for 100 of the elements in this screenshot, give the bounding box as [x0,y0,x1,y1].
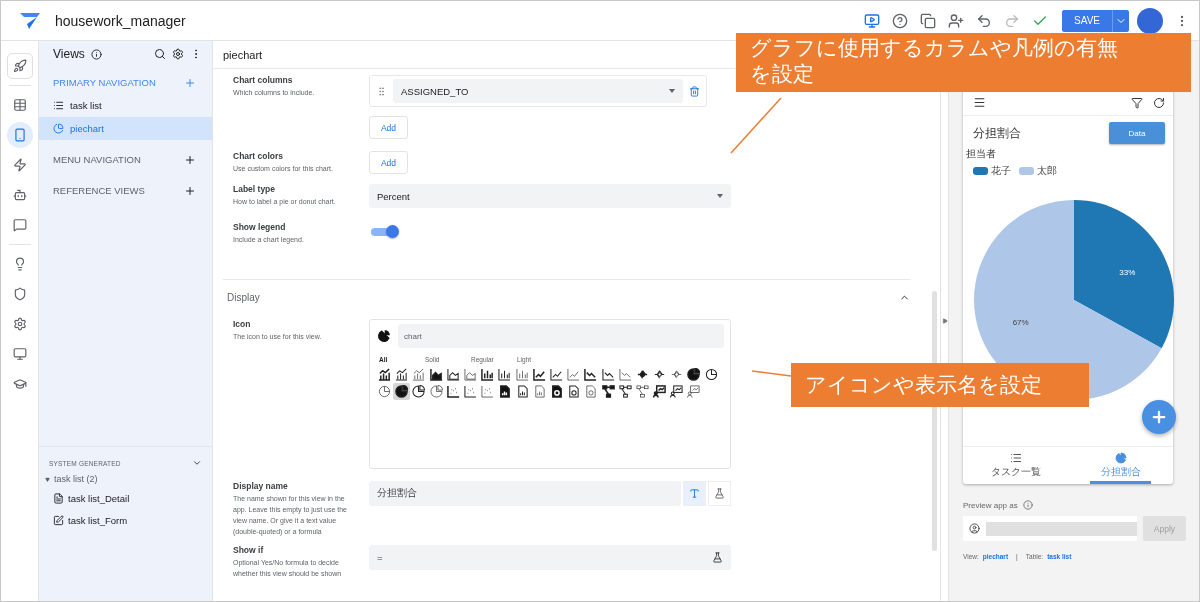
label-type-select[interactable]: Percent [369,184,731,208]
help-icon[interactable] [892,12,909,29]
chevron-icon [192,458,202,468]
robot-icon [12,188,27,202]
refresh-icon[interactable] [1153,97,1165,109]
chart-title: 分担割合 [973,125,1021,141]
pie-chart-icon [687,368,701,381]
delete-icon[interactable] [689,85,700,97]
tree-node[interactable]: task list (2) [39,471,212,487]
section-heading: REFERENCE VIEWS [53,185,145,196]
view-item[interactable]: task list_Form [39,509,212,531]
rail-button[interactable] [6,53,33,79]
icon-option[interactable] [616,383,634,400]
undo-icon[interactable] [976,12,993,29]
section-heading: PRIMARY NAVIGATION [53,77,156,88]
app-title: housework_manager [55,12,187,29]
icon-option[interactable] [427,366,445,383]
network-icon [635,368,649,381]
icon-option[interactable] [599,366,617,383]
display-name-field[interactable]: 分担割合 [369,481,681,506]
graduation-cap-icon [12,377,27,391]
preview-user-field[interactable] [963,516,1137,541]
list-icon [1009,452,1022,464]
area-chart-icon [429,368,443,381]
network-icon [670,368,684,381]
line-chart-icon [549,368,563,381]
avatar[interactable] [1137,7,1163,34]
expand-handle-icon[interactable] [941,318,948,324]
rocket-icon [12,59,27,73]
search-icon[interactable] [154,48,166,60]
scatter-chart-icon [446,385,460,398]
icon-option[interactable] [633,383,651,400]
view-item[interactable]: piechart [39,117,212,140]
field-label: Chart colors [233,151,285,161]
line-chart-icon [601,368,615,381]
column-select[interactable]: ASSIGNED_TO [393,79,683,103]
bar-chart-icon [498,368,512,381]
field-label: Show legend [233,222,287,232]
lightning-icon [12,158,27,172]
section-heading: MENU NAVIGATION [53,154,141,165]
monitor-icon [12,347,27,361]
icon-option[interactable] [685,366,703,383]
pie-chart-icon [429,385,443,398]
pie-chart-icon [376,328,392,344]
preview-icon[interactable] [864,12,881,29]
presentation-icon [653,385,667,398]
field-label: Icon [233,319,252,329]
user-add-icon[interactable] [948,12,965,29]
icon-option[interactable] [410,383,428,400]
icon-search-field[interactable]: chart [398,324,724,348]
bar-line-chart-icon [395,368,409,381]
bar-line-chart-icon [378,368,392,381]
filter-icon[interactable] [1131,97,1143,109]
callout-tooltip: グラフに使用するカラムや凡例の有無を設定 [736,33,1191,92]
collapse-button[interactable] [192,458,202,468]
icon-option[interactable] [668,383,686,400]
nav-tab[interactable]: タスク一覧 [985,447,1046,484]
formula-mode-button[interactable] [708,481,731,506]
slice-label: 33% [1119,267,1136,277]
icon-option[interactable] [393,383,411,400]
add-button[interactable]: Add [369,151,408,174]
add-fab[interactable] [1142,400,1176,434]
settings-icon[interactable] [172,48,184,60]
rail-button[interactable] [6,122,33,148]
scatter-chart-icon [464,385,478,398]
file-pie-icon [584,385,598,398]
info-icon[interactable] [90,48,102,60]
icon-option[interactable] [651,383,669,400]
view-item[interactable]: task list_Detail [39,487,212,509]
scatter-chart-icon [481,385,495,398]
field-label: Label type [233,184,277,194]
formula-field[interactable]: = [369,545,731,570]
leader-line [751,370,792,377]
line-chart-icon [584,368,598,381]
menu-icon[interactable] [973,96,986,109]
drag-handle-icon[interactable] [376,85,387,97]
flask-icon[interactable] [712,552,723,563]
icon-option[interactable] [444,383,462,400]
add-view-button[interactable] [184,153,196,166]
text-icon [689,488,700,499]
toggle-switch[interactable] [369,226,399,238]
add-view-button[interactable] [184,184,196,197]
pie-chart-icon [53,123,64,134]
save-button[interactable]: SAVE [1062,9,1113,32]
network-icon [653,368,667,381]
phone-icon [12,128,27,142]
nav-tab[interactable]: 分担割合 [1090,447,1151,484]
add-button[interactable]: Add [369,116,408,139]
copy-icon[interactable] [920,12,937,29]
icon-option[interactable] [599,383,617,400]
detail-icon [53,492,64,504]
caret-icon [717,194,723,198]
line-chart-icon [567,368,581,381]
view-item[interactable]: task list [39,94,212,117]
plus-icon [184,76,196,89]
leader-line [730,97,782,154]
icon-option[interactable] [530,366,548,383]
file-chart-icon [498,385,512,398]
icon-option[interactable] [444,366,462,383]
line-chart-icon [618,368,632,381]
